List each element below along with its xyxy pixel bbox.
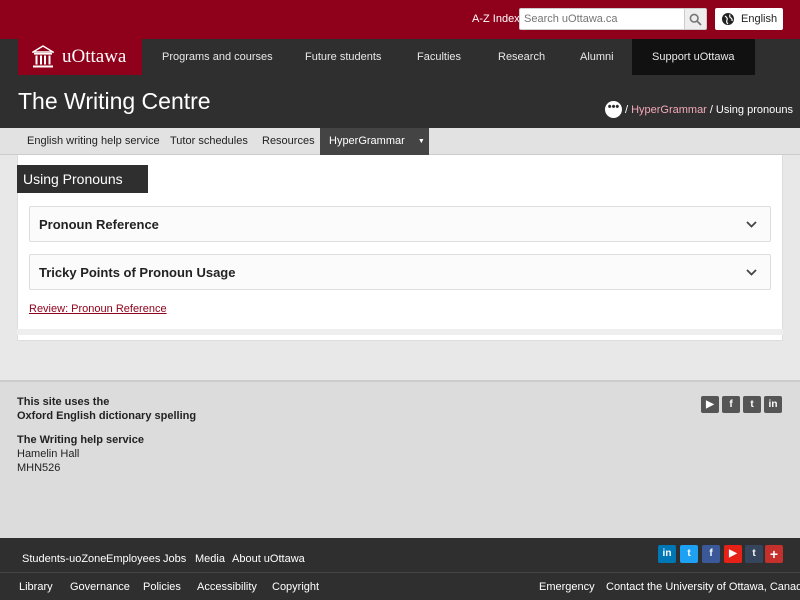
link-contact[interactable]: Contact the University of Ottawa, Canada <box>606 581 800 593</box>
accordion-title: Pronoun Reference <box>39 217 159 232</box>
facebook-icon[interactable]: f <box>722 396 740 413</box>
site-title[interactable]: The Writing Centre <box>18 88 211 115</box>
subnav-resources[interactable]: Resources <box>262 128 315 155</box>
language-button[interactable]: English <box>715 8 783 30</box>
chevron-down-icon <box>746 269 757 276</box>
building-icon <box>32 45 54 68</box>
link-emergency[interactable]: Emergency <box>539 581 595 593</box>
chevron-down-icon <box>746 221 757 228</box>
search-icon <box>689 13 702 26</box>
caret-down-icon: ▼ <box>417 138 425 145</box>
nav-support-uottawa[interactable]: Support uOttawa <box>632 39 755 75</box>
accordion-title: Tricky Points of Pronoun Usage <box>39 265 236 280</box>
linkedin-icon[interactable]: in <box>764 396 782 413</box>
uottawa-logo[interactable]: uOttawa <box>18 39 142 75</box>
facebook-icon[interactable]: f <box>702 545 720 563</box>
subnav-hypergrammar-label: HyperGrammar <box>329 135 405 147</box>
review-pronoun-reference-link[interactable]: Review: Pronoun Reference <box>29 303 167 315</box>
youtube-icon[interactable]: ▶ <box>701 396 719 413</box>
tumblr-icon[interactable]: t <box>745 545 763 563</box>
link-about-uottawa[interactable]: About uOttawa <box>232 553 305 565</box>
az-index-link[interactable]: A-Z Index <box>472 13 520 25</box>
nav-future-students[interactable]: Future students <box>305 39 381 75</box>
subnav-hypergrammar[interactable]: HyperGrammar ▼ <box>320 128 429 155</box>
accordion-pronoun-reference[interactable]: Pronoun Reference <box>29 206 771 242</box>
plus-icon[interactable]: + <box>765 545 783 563</box>
globe-icon <box>722 13 734 25</box>
more-icon[interactable]: ••• <box>605 101 622 118</box>
breadcrumb-separator: / <box>625 103 629 116</box>
breadcrumb: ••• / HyperGrammar / Using pronouns <box>605 101 793 118</box>
content-divider <box>17 329 783 335</box>
nav-faculties[interactable]: Faculties <box>417 39 461 75</box>
linkedin-icon[interactable]: in <box>658 545 676 563</box>
logo-text: uOttawa <box>62 46 127 67</box>
address-building: Hamelin Hall <box>17 448 80 460</box>
youtube-icon[interactable]: ▶ <box>724 545 742 563</box>
bottom-divider <box>0 572 800 573</box>
link-library[interactable]: Library <box>19 581 53 593</box>
subnav-tutor-schedules[interactable]: Tutor schedules <box>170 128 248 155</box>
subnav-english-writing-help[interactable]: English writing help service <box>27 128 160 155</box>
twitter-icon[interactable]: t <box>743 396 761 413</box>
footer <box>0 380 800 538</box>
link-copyright[interactable]: Copyright <box>272 581 319 593</box>
breadcrumb-current: Using pronouns <box>715 103 793 116</box>
language-label: English <box>741 13 778 25</box>
nav-programs-and-courses[interactable]: Programs and courses <box>162 39 273 75</box>
link-employees[interactable]: Employees <box>106 553 160 565</box>
search-box <box>519 8 707 30</box>
breadcrumb-separator: / <box>709 103 713 116</box>
accordion-tricky-points[interactable]: Tricky Points of Pronoun Usage <box>29 254 771 290</box>
link-governance[interactable]: Governance <box>70 581 130 593</box>
spelling-note: This site uses the <box>17 396 110 408</box>
service-title: The Writing help service <box>17 434 144 446</box>
link-policies[interactable]: Policies <box>143 581 181 593</box>
page-heading: Using Pronouns <box>17 165 148 193</box>
link-students-uozone[interactable]: Students-uoZone <box>22 553 106 565</box>
spelling-note-detail: Oxford English dictionary spelling <box>17 410 197 422</box>
link-media[interactable]: Media <box>195 553 225 565</box>
nav-alumni[interactable]: Alumni <box>580 39 614 75</box>
nav-research[interactable]: Research <box>498 39 545 75</box>
search-button[interactable] <box>684 9 706 29</box>
link-accessibility[interactable]: Accessibility <box>197 581 257 593</box>
search-input[interactable] <box>520 9 684 29</box>
breadcrumb-hypergrammar[interactable]: HyperGrammar <box>631 104 707 116</box>
link-jobs[interactable]: Jobs <box>163 553 186 565</box>
address-room: MHN526 <box>17 462 61 474</box>
twitter-icon[interactable]: t <box>680 545 698 563</box>
